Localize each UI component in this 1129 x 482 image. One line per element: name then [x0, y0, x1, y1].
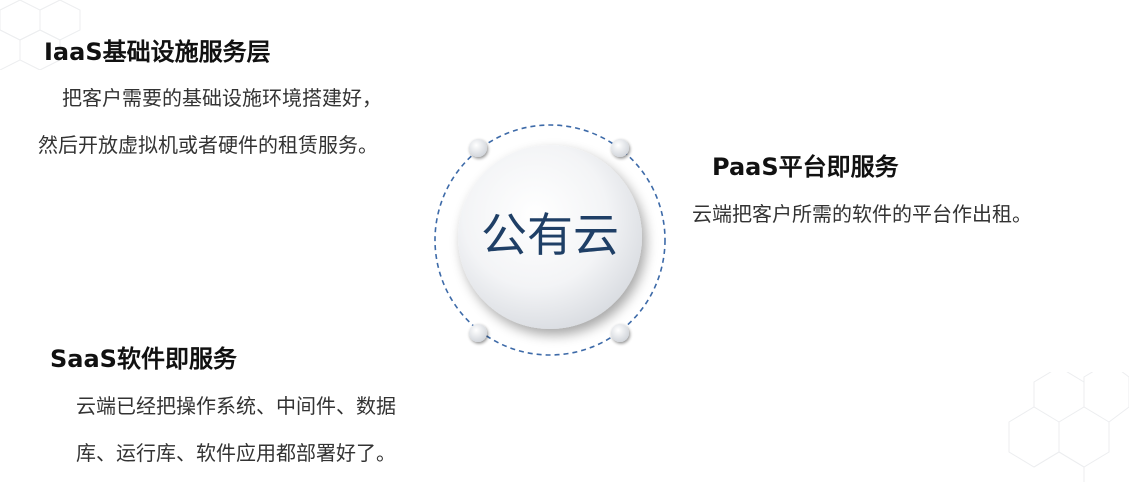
iaas-description-line: 然后开放虚拟机或者硬件的租赁服务。 — [38, 133, 378, 157]
orbit-node-top-left — [469, 139, 487, 157]
saas-title: SaaS软件即服务 — [50, 345, 237, 373]
saas-description-line: 云端已经把操作系统、中间件、数据 — [76, 394, 396, 418]
orbit-node-top-right — [611, 139, 629, 157]
paas-title: PaaS平台即服务 — [712, 153, 899, 181]
corner-pattern-bottom-right — [1008, 372, 1129, 482]
iaas-description-line: 把客户需要的基础设施环境搭建好， — [62, 86, 382, 110]
saas-description-line: 库、运行库、软件应用都部署好了。 — [76, 441, 396, 465]
orbit-node-bottom-right — [611, 324, 629, 342]
paas-description-line: 云端把客户所需的软件的平台作出租。 — [692, 202, 1032, 226]
iaas-title: IaaS基础设施服务层 — [44, 38, 271, 66]
orbit-node-bottom-left — [469, 324, 487, 342]
public-cloud-label: 公有云 — [481, 208, 619, 262]
